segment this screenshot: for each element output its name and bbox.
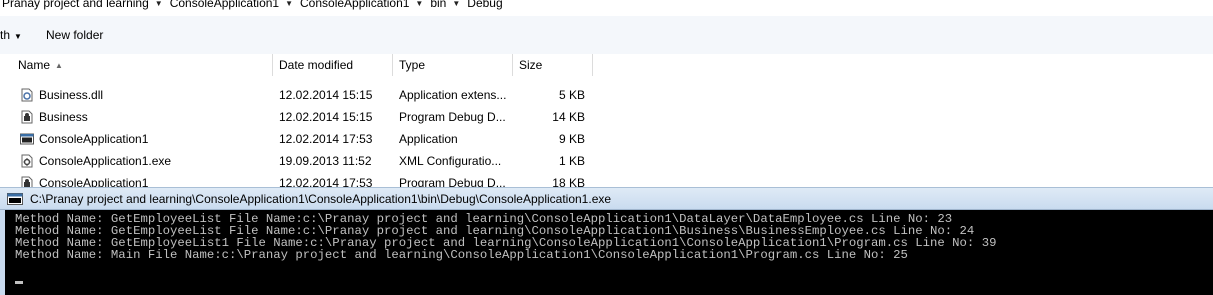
breadcrumb-chevron-icon[interactable]: ▼ xyxy=(151,0,168,8)
file-row[interactable]: ConsoleApplication1 12.02.2014 17:53 Appli… xyxy=(0,128,1213,150)
console-app-icon xyxy=(7,193,23,205)
pdb-icon xyxy=(20,110,34,124)
file-name: Business.dll xyxy=(39,88,104,102)
toolbar: th ▼ New folder xyxy=(0,16,1213,55)
file-row[interactable]: Business 12.02.2014 15:15 Program Debug D.… xyxy=(0,106,1213,128)
new-folder-button[interactable]: New folder xyxy=(46,28,103,42)
file-type: Application xyxy=(399,132,458,146)
file-date: 19.09.2013 11:52 xyxy=(279,154,372,168)
file-date: 12.02.2014 15:15 xyxy=(279,88,373,102)
file-type: XML Configuratio... xyxy=(399,154,502,168)
file-size: 14 KB xyxy=(552,110,585,124)
column-header-size[interactable]: Size xyxy=(513,54,593,76)
file-row[interactable]: Business.dll 12.02.2014 15:15 Application … xyxy=(0,84,1213,106)
console-output[interactable]: Method Name: GetEmployeeList File Name:c… xyxy=(0,210,1213,295)
file-size: 5 KB xyxy=(558,88,585,102)
config-icon xyxy=(20,154,34,168)
breadcrumb-item[interactable]: bin xyxy=(428,0,448,10)
breadcrumb-item[interactable]: ConsoleApplication1 xyxy=(298,0,411,10)
file-size: 9 KB xyxy=(558,132,585,146)
breadcrumb-item[interactable]: ConsoleApplication1 xyxy=(168,0,281,10)
file-row[interactable]: ConsoleApplication1.exe 19.09.2013 11:52 X… xyxy=(0,150,1213,172)
toolbar-menu-label: th xyxy=(0,28,11,42)
column-header-row: Name ▲ Date modified Type Size xyxy=(0,54,1213,77)
dropdown-arrow-icon: ▼ xyxy=(14,32,22,41)
breadcrumb: Pranay project and learning ▼ ConsoleApp… xyxy=(0,0,505,10)
file-date: 12.02.2014 15:15 xyxy=(279,110,373,124)
exe-icon xyxy=(20,132,34,146)
toolbar-menu-button[interactable]: th ▼ xyxy=(0,28,22,42)
column-header-date[interactable]: Date modified xyxy=(273,54,393,76)
breadcrumb-chevron-icon[interactable]: ▼ xyxy=(411,0,428,8)
breadcrumb-item[interactable]: Pranay project and learning xyxy=(0,0,151,10)
file-type: Program Debug D... xyxy=(399,110,506,124)
console-window[interactable]: C:\Pranay project and learning\ConsoleAp… xyxy=(0,187,1213,295)
file-name: Business xyxy=(39,110,88,124)
file-date: 12.02.2014 17:53 xyxy=(279,132,373,146)
column-header-name[interactable]: Name ▲ xyxy=(12,54,273,76)
dll-icon xyxy=(20,88,34,102)
sort-ascending-icon: ▲ xyxy=(55,61,63,70)
column-header-type[interactable]: Type xyxy=(393,54,513,76)
breadcrumb-item[interactable]: Debug xyxy=(465,0,504,10)
breadcrumb-chevron-icon[interactable]: ▼ xyxy=(448,0,465,8)
file-name: ConsoleApplication1.exe xyxy=(39,154,172,168)
console-cursor xyxy=(15,281,23,284)
console-line: Method Name: Main File Name:c:\Pranay pr… xyxy=(15,248,908,262)
address-bar[interactable]: Pranay project and learning ▼ ConsoleApp… xyxy=(0,0,1213,16)
file-name: ConsoleApplication1 xyxy=(39,132,149,146)
console-title-bar[interactable]: C:\Pranay project and learning\ConsoleAp… xyxy=(0,187,1213,210)
console-title: C:\Pranay project and learning\ConsoleAp… xyxy=(30,192,612,206)
file-type: Application extens... xyxy=(399,88,507,102)
breadcrumb-chevron-icon[interactable]: ▼ xyxy=(281,0,298,8)
column-header-name-label: Name xyxy=(18,58,51,72)
file-size: 1 KB xyxy=(558,154,585,168)
